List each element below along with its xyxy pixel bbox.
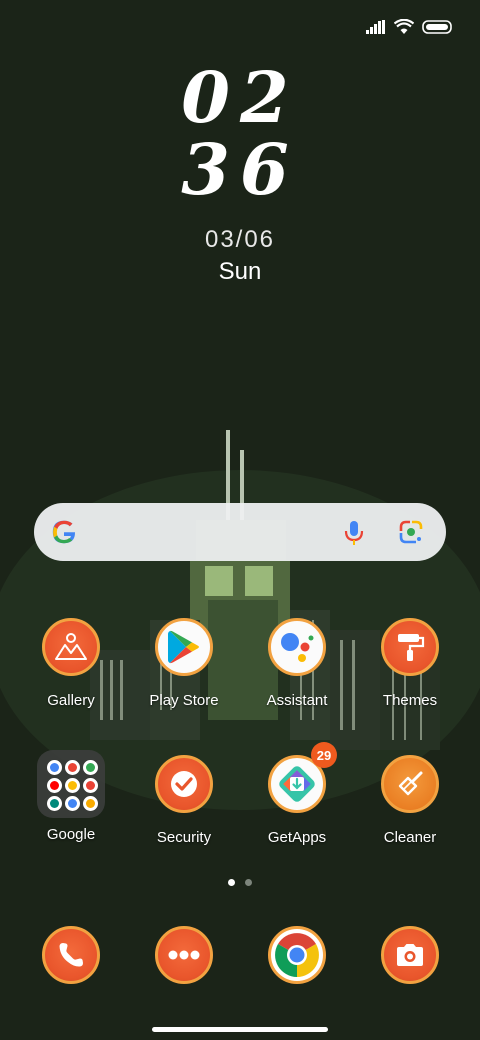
broom-icon	[381, 755, 439, 813]
folder-icon	[37, 750, 105, 818]
home-gesture-bar[interactable]	[152, 1027, 328, 1032]
battery-icon	[422, 20, 452, 34]
app-folder-google[interactable]: Google	[16, 750, 126, 843]
app-label: Assistant	[266, 692, 328, 709]
date-label: 03/06	[204, 226, 276, 253]
clock-widget[interactable]: 02 36	[0, 62, 480, 206]
messages-icon	[155, 926, 213, 984]
app-gallery[interactable]: Gallery	[16, 618, 126, 709]
app-label: Gallery	[47, 692, 95, 709]
gallery-icon	[42, 618, 100, 676]
dock-chrome[interactable]	[242, 926, 352, 984]
dock-phone[interactable]	[16, 926, 126, 984]
play-store-icon	[155, 618, 213, 676]
page-dot-active	[228, 879, 235, 886]
wifi-icon	[394, 19, 414, 34]
chrome-icon	[268, 926, 326, 984]
app-label: Cleaner	[383, 829, 437, 846]
app-label: Play Store	[149, 692, 219, 709]
dock-camera[interactable]	[355, 926, 465, 984]
date-widget[interactable]: 03/06 Sun	[0, 226, 480, 286]
phone-icon	[42, 926, 100, 984]
app-security[interactable]: Security	[129, 755, 239, 846]
app-label: Security	[156, 829, 212, 846]
camera-icon	[381, 926, 439, 984]
app-themes[interactable]: Themes	[355, 618, 465, 709]
google-search-bar[interactable]	[34, 503, 446, 561]
app-cleaner[interactable]: Cleaner	[355, 755, 465, 846]
download-icon: 29	[268, 742, 337, 813]
day-label: Sun	[218, 258, 262, 285]
shield-check-icon	[155, 755, 213, 813]
page-dot	[245, 879, 252, 886]
app-label: Google	[46, 826, 96, 843]
google-g-icon	[52, 520, 76, 544]
page-indicator[interactable]	[0, 879, 480, 886]
microphone-icon[interactable]	[342, 519, 366, 547]
app-getapps[interactable]: 29 GetApps	[242, 742, 352, 846]
app-play-store[interactable]: Play Store	[129, 618, 239, 709]
signal-icon	[366, 20, 385, 34]
google-lens-icon[interactable]	[398, 519, 424, 545]
assistant-icon	[268, 618, 326, 676]
app-assistant[interactable]: Assistant	[242, 618, 352, 709]
clock-minutes: 36	[181, 128, 299, 211]
paint-roller-icon	[381, 618, 439, 676]
status-bar	[366, 14, 452, 40]
app-label: GetApps	[267, 829, 327, 846]
dock-messages[interactable]	[129, 926, 239, 984]
notification-badge: 29	[311, 742, 337, 768]
clock-hours: 02	[181, 56, 299, 139]
app-label: Themes	[382, 692, 438, 709]
